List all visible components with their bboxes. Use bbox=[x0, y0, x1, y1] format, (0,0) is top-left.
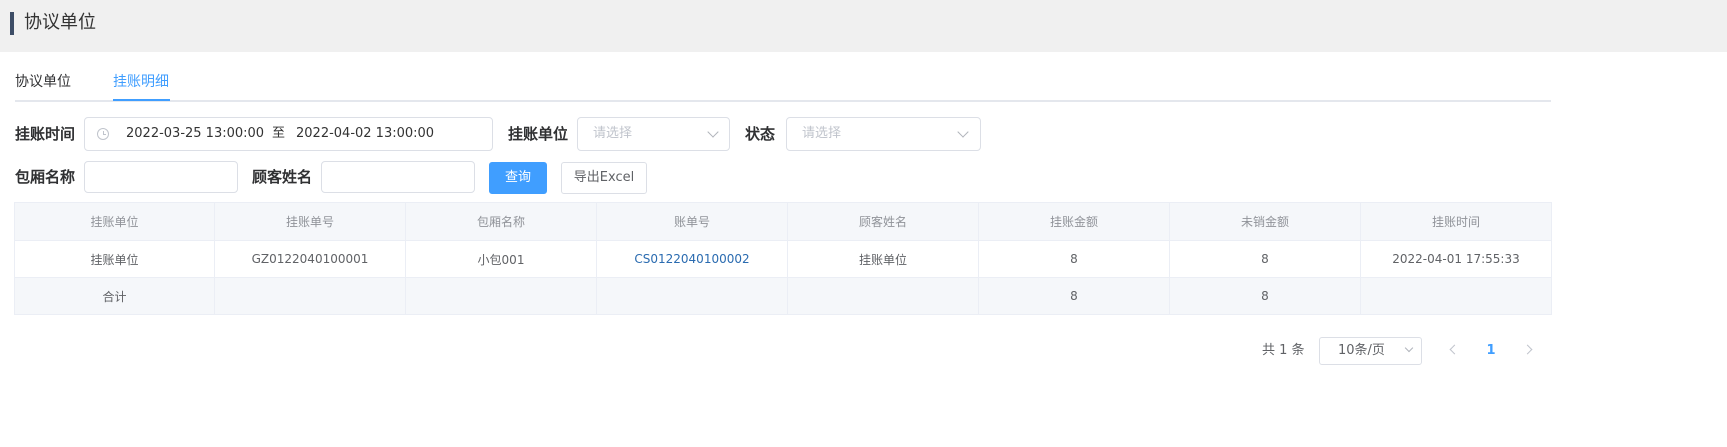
column-header[interactable]: 包厢名称 bbox=[405, 202, 597, 241]
page-title: 协议单位 bbox=[24, 12, 96, 33]
page-size-select[interactable]: 10条/页 bbox=[1319, 337, 1422, 365]
table-cell: 8 bbox=[978, 240, 1170, 278]
status-placeholder: 请选择 bbox=[802, 126, 842, 141]
summary-cell bbox=[1360, 277, 1552, 315]
customer-name-label: 顾客姓名 bbox=[252, 168, 313, 186]
export-excel-button[interactable]: 导出Excel bbox=[561, 162, 647, 194]
page-number-current[interactable]: 1 bbox=[1484, 341, 1498, 361]
column-header[interactable]: 未销金额 bbox=[1169, 202, 1361, 241]
date-range-picker[interactable]: 2022-03-25 13:00:00 至 2022-04-02 13:00:0… bbox=[84, 117, 493, 151]
chevron-down-icon bbox=[707, 126, 719, 138]
column-header[interactable]: 挂账金额 bbox=[978, 202, 1170, 241]
table-cell: GZ0122040100001 bbox=[214, 240, 406, 278]
room-name-input[interactable] bbox=[84, 161, 238, 193]
table-cell: 挂账单位 bbox=[14, 240, 215, 278]
summary-cell bbox=[787, 277, 979, 315]
active-tab-indicator bbox=[113, 99, 170, 101]
table-header-row: 挂账单位 挂账单号 包厢名称 账单号 顾客姓名 挂账金额 未销金额 挂账时间 bbox=[14, 202, 1552, 241]
chevron-down-icon bbox=[1404, 343, 1414, 353]
tab-bar: 协议单位 挂账明细 bbox=[15, 64, 1551, 102]
customer-name-input[interactable] bbox=[321, 161, 475, 193]
room-name-label: 包厢名称 bbox=[15, 168, 76, 186]
summary-row: 合计 8 8 bbox=[14, 277, 1552, 315]
credit-unit-placeholder: 请选择 bbox=[593, 126, 633, 141]
summary-cell: 合计 bbox=[14, 277, 215, 315]
credit-unit-select[interactable]: 请选择 bbox=[577, 117, 730, 151]
status-label: 状态 bbox=[745, 125, 776, 143]
chevron-down-icon bbox=[957, 126, 969, 138]
page-size-value: 10条/页 bbox=[1338, 343, 1385, 358]
table-row: 挂账单位 GZ0122040100001 小包001 CS01220401000… bbox=[14, 240, 1552, 278]
date-start[interactable]: 2022-03-25 13:00:00 bbox=[126, 125, 264, 143]
summary-cell bbox=[405, 277, 597, 315]
table-cell: 8 bbox=[1169, 240, 1361, 278]
next-page-icon[interactable] bbox=[1522, 344, 1533, 355]
column-header[interactable]: 挂账单号 bbox=[214, 202, 406, 241]
summary-cell bbox=[214, 277, 406, 315]
summary-cell: 8 bbox=[1169, 277, 1361, 315]
table-cell: 2022-04-01 17:55:33 bbox=[1360, 240, 1552, 278]
tab-credit-detail[interactable]: 挂账明细 bbox=[113, 72, 169, 92]
header-accent-bar bbox=[10, 12, 14, 35]
page-header: 协议单位 bbox=[0, 0, 1727, 52]
summary-cell: 8 bbox=[978, 277, 1170, 315]
date-end[interactable]: 2022-04-02 13:00:00 bbox=[296, 125, 434, 143]
bill-number-link[interactable]: CS0122040100002 bbox=[634, 252, 749, 266]
table-cell: 小包001 bbox=[405, 240, 597, 278]
prev-page-icon[interactable] bbox=[1449, 344, 1460, 355]
status-select[interactable]: 请选择 bbox=[786, 117, 981, 151]
date-range-separator: 至 bbox=[272, 126, 286, 141]
tab-agreement-unit[interactable]: 协议单位 bbox=[15, 72, 71, 92]
column-header[interactable]: 顾客姓名 bbox=[787, 202, 979, 241]
pagination-total: 共 1 条 bbox=[1262, 343, 1305, 358]
query-button[interactable]: 查询 bbox=[489, 162, 547, 194]
column-header[interactable]: 挂账单位 bbox=[14, 202, 215, 241]
table-cell: 挂账单位 bbox=[787, 240, 979, 278]
credit-time-label: 挂账时间 bbox=[15, 125, 76, 143]
clock-icon bbox=[97, 128, 109, 140]
summary-cell bbox=[596, 277, 788, 315]
table-cell: CS0122040100002 bbox=[596, 240, 788, 278]
credit-unit-label: 挂账单位 bbox=[508, 125, 569, 143]
credit-detail-table: 挂账单位 挂账单号 包厢名称 账单号 顾客姓名 挂账金额 未销金额 挂账时间 挂… bbox=[14, 202, 1552, 315]
column-header[interactable]: 挂账时间 bbox=[1360, 202, 1552, 241]
column-header[interactable]: 账单号 bbox=[596, 202, 788, 241]
